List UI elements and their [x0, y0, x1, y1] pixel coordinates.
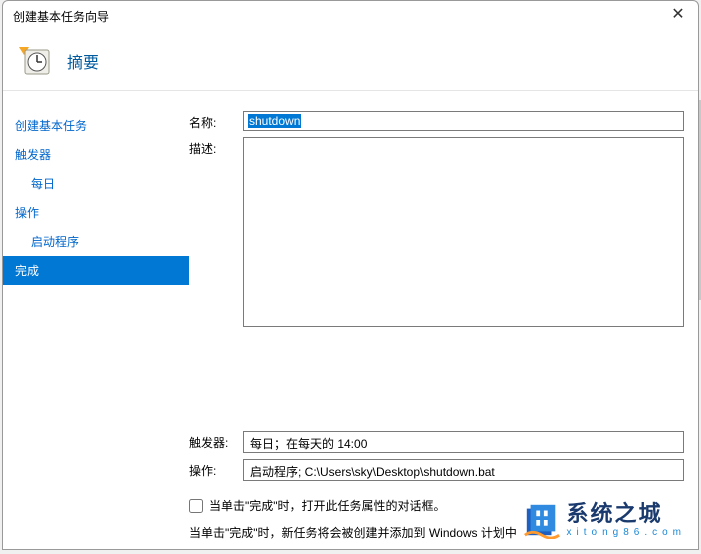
wizard-window: 创建基本任务向导 ✕ 摘要 创建基本任务 触发器 每日 操作 启动程序 完成	[2, 0, 699, 550]
row-trigger: 触发器: 每日；在每天的 14:00	[189, 431, 684, 453]
action-value: 启动程序; C:\Users\sky\Desktop\shutdown.bat	[243, 459, 684, 481]
row-name: 名称: shutdown	[189, 111, 684, 131]
watermark-sub: xitong86.com	[567, 527, 686, 538]
nav-daily[interactable]: 每日	[3, 169, 189, 198]
name-value: shutdown	[248, 114, 301, 128]
desc-field[interactable]	[243, 137, 684, 327]
name-label: 名称:	[189, 111, 231, 131]
nav-create-basic-task[interactable]: 创建基本任务	[3, 111, 189, 140]
window-title: 创建基本任务向导	[13, 8, 109, 25]
nav-start-program[interactable]: 启动程序	[3, 227, 189, 256]
watermark-text: 系统之城 xitong86.com	[567, 502, 686, 537]
action-label: 操作:	[189, 459, 231, 479]
wizard-body: 创建基本任务 触发器 每日 操作 启动程序 完成 名称: shutdown 描述…	[3, 91, 698, 549]
wizard-header: 摘要	[3, 31, 698, 91]
titlebar: 创建基本任务向导 ✕	[3, 1, 698, 31]
close-icon: ✕	[671, 6, 684, 23]
open-properties-label: 当单击"完成"时，打开此任务属性的对话框。	[209, 497, 446, 514]
nav-trigger[interactable]: 触发器	[3, 140, 189, 169]
clock-task-icon	[19, 45, 51, 77]
watermark-logo-icon	[523, 501, 561, 539]
watermark: 系统之城 xitong86.com	[517, 497, 692, 543]
open-properties-checkbox[interactable]	[189, 499, 203, 513]
row-desc: 描述:	[189, 137, 684, 327]
nav-action[interactable]: 操作	[3, 198, 189, 227]
trigger-label: 触发器:	[189, 431, 231, 451]
name-field[interactable]: shutdown	[243, 111, 684, 131]
trigger-value: 每日；在每天的 14:00	[243, 431, 684, 453]
nav-finish[interactable]: 完成	[3, 256, 189, 285]
desc-label: 描述:	[189, 137, 231, 157]
close-button[interactable]: ✕	[666, 4, 690, 28]
wizard-nav: 创建基本任务 触发器 每日 操作 启动程序 完成	[3, 91, 189, 549]
content-panel: 名称: shutdown 描述: 触发器: 每日；在每天的 14:00 操作: …	[189, 91, 698, 549]
row-action: 操作: 启动程序; C:\Users\sky\Desktop\shutdown.…	[189, 459, 684, 481]
page-title: 摘要	[67, 49, 99, 73]
watermark-main: 系统之城	[567, 502, 686, 526]
